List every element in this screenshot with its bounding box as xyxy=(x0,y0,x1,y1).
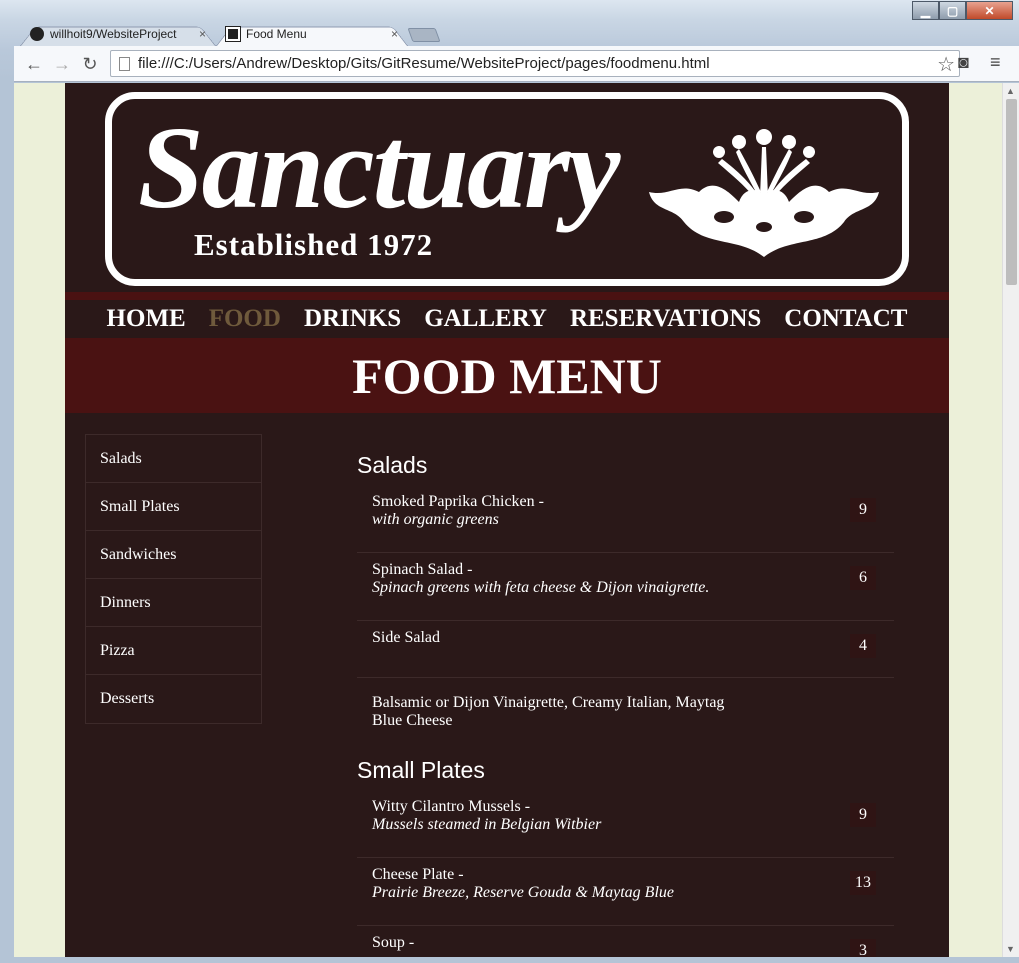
main-nav: HOME FOOD DRINKS GALLERY RESERVATIONS CO… xyxy=(65,300,949,338)
sidebar-item-desserts[interactable]: Desserts xyxy=(86,675,261,723)
menu-item-name: Side Salad xyxy=(372,629,440,646)
url-text[interactable]: file:///C:/Users/Andrew/Desktop/Gits/Git… xyxy=(138,55,710,72)
nav-drinks[interactable]: DRINKS xyxy=(304,305,401,333)
menu-item-name: Spinach Salad - xyxy=(372,561,473,578)
price-badge: 13 xyxy=(850,871,876,895)
menu-item-description: with organic greens xyxy=(372,511,499,528)
sidebar-item-dinners[interactable]: Dinners xyxy=(86,579,261,627)
nav-home[interactable]: HOME xyxy=(107,305,186,333)
vertical-scrollbar[interactable]: ▲ ▼ xyxy=(1002,83,1019,957)
tab-github[interactable]: willhoit9/WebsiteProject × xyxy=(20,22,216,46)
menu-item-name: Soup - xyxy=(372,934,415,951)
menu-item-description: Mussels steamed in Belgian Witbier xyxy=(372,816,602,833)
close-tab-icon[interactable]: × xyxy=(199,27,206,41)
tab-label: Food Menu xyxy=(246,27,307,41)
tab-label: willhoit9/WebsiteProject xyxy=(50,27,177,41)
category-title-salads: Salads xyxy=(357,452,428,478)
page-title: FOOD MENU xyxy=(352,347,662,404)
nav-contact[interactable]: CONTACT xyxy=(784,305,907,333)
menu-icon[interactable]: ≡ xyxy=(990,52,1001,73)
price-badge: 9 xyxy=(850,803,876,827)
logo-name: Sanctuary xyxy=(138,102,620,233)
menu-item: Soup - 3 xyxy=(357,926,894,957)
nav-food[interactable]: FOOD xyxy=(209,305,281,333)
menu-item: Cheese Plate - Prairie Breeze, Reserve G… xyxy=(357,858,894,926)
menu-content: Salads Smoked Paprika Chicken - with org… xyxy=(357,445,894,957)
category-sidebar: Salads Small Plates Sandwiches Dinners P… xyxy=(85,434,262,724)
price-badge: 9 xyxy=(850,498,876,522)
page-favicon-icon xyxy=(225,26,241,42)
page-banner: FOOD MENU xyxy=(65,338,949,413)
nav-reservations[interactable]: RESERVATIONS xyxy=(570,305,761,333)
scroll-down-icon[interactable]: ▼ xyxy=(1006,944,1015,954)
menu-item-name: Witty Cilantro Mussels - xyxy=(372,798,531,815)
star-icon[interactable]: ☆ xyxy=(937,52,955,77)
nav-gallery[interactable]: GALLERY xyxy=(424,305,547,333)
menu-item-description: Spinach greens with feta cheese & Dijon … xyxy=(372,579,710,596)
site-container: Sanctuary Established 1972 HOME FOOD DRI… xyxy=(65,83,949,957)
minimize-button[interactable]: ▁ xyxy=(912,1,939,20)
page-icon xyxy=(119,56,130,71)
menu-item: Side Salad 4 xyxy=(357,621,894,678)
tab-strip: willhoit9/WebsiteProject × Food Menu × xyxy=(20,22,480,46)
menu-item-description: Prairie Breeze, Reserve Gouda & Maytag B… xyxy=(372,884,674,901)
tab-food-menu[interactable]: Food Menu × xyxy=(216,22,408,46)
new-tab-button[interactable] xyxy=(407,28,441,42)
logo[interactable]: Sanctuary Established 1972 xyxy=(105,92,909,286)
menu-item: Spinach Salad - Spinach greens with feta… xyxy=(357,553,894,621)
address-bar[interactable]: file:///C:/Users/Andrew/Desktop/Gits/Git… xyxy=(110,50,960,77)
window-controls: ▁ ▢ ✕ xyxy=(912,1,1013,20)
sidebar-item-sandwiches[interactable]: Sandwiches xyxy=(86,531,261,579)
price-badge: 6 xyxy=(850,566,876,590)
header-divider xyxy=(65,292,949,300)
menu-item-name: Cheese Plate - xyxy=(372,866,464,883)
menu-item: Smoked Paprika Chicken - with organic gr… xyxy=(357,485,894,553)
github-icon xyxy=(30,27,44,41)
leaf-emblem-icon xyxy=(649,129,879,257)
sidebar-item-small-plates[interactable]: Small Plates xyxy=(86,483,261,531)
dressing-note: Balsamic or Dijon Vinaigrette, Creamy It… xyxy=(372,694,725,729)
price-badge: 4 xyxy=(850,634,876,658)
back-icon[interactable]: ← xyxy=(22,52,46,76)
logo-established: Established 1972 xyxy=(194,227,434,262)
price-badge: 3 xyxy=(850,939,876,957)
scroll-up-icon[interactable]: ▲ xyxy=(1006,86,1015,96)
menu-item: Witty Cilantro Mussels - Mussels steamed… xyxy=(357,790,894,858)
scrollbar-thumb[interactable] xyxy=(1006,99,1017,285)
page-viewport: Sanctuary Established 1972 HOME FOOD DRI… xyxy=(14,83,1019,957)
pocket-icon[interactable]: ◙ xyxy=(958,52,969,73)
forward-icon[interactable]: → xyxy=(50,52,74,76)
browser-window: ▁ ▢ ✕ willhoit9/WebsiteProject × Food Me… xyxy=(0,0,1019,963)
close-tab-icon[interactable]: × xyxy=(391,27,398,41)
menu-item-name: Smoked Paprika Chicken - xyxy=(372,493,544,510)
sidebar-item-pizza[interactable]: Pizza xyxy=(86,627,261,675)
close-window-button[interactable]: ✕ xyxy=(966,1,1013,20)
sidebar-item-salads[interactable]: Salads xyxy=(86,435,261,483)
browser-toolbar: ← → ↻ file:///C:/Users/Andrew/Desktop/Gi… xyxy=(14,46,1019,82)
category-title-small-plates: Small Plates xyxy=(357,757,485,783)
reload-icon[interactable]: ↻ xyxy=(78,52,102,76)
maximize-button[interactable]: ▢ xyxy=(939,1,966,20)
